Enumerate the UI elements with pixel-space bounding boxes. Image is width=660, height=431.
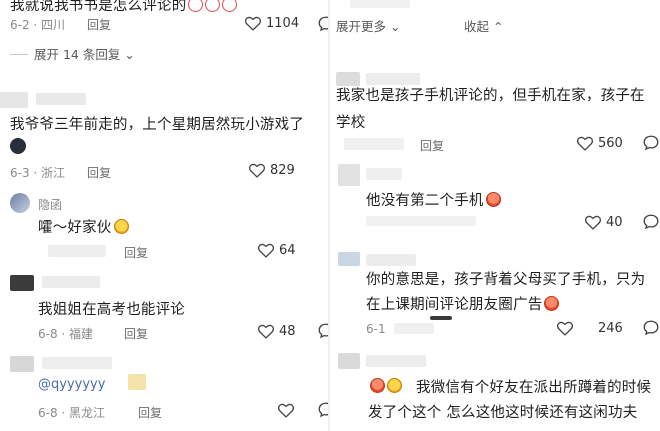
chevron-down-icon: ⌄ xyxy=(386,19,401,34)
like-icon[interactable] xyxy=(584,214,602,230)
username: 隐函 xyxy=(38,198,63,212)
username-blurred xyxy=(366,168,402,180)
avatar xyxy=(0,92,28,108)
sticker-emoji-icon xyxy=(370,376,410,393)
comment-text: 在上课期间评论朋友圈广告 xyxy=(366,293,560,314)
like-count: 246 xyxy=(598,321,623,336)
username-blurred xyxy=(42,276,100,288)
like-count: 64 xyxy=(279,243,296,258)
comment-meta: 6-8 · 福建 xyxy=(38,327,94,341)
like-icon[interactable] xyxy=(257,323,275,339)
like-icon[interactable] xyxy=(244,15,262,31)
like-icon[interactable] xyxy=(277,402,295,418)
avatar xyxy=(10,193,30,213)
emoji-icon xyxy=(205,0,221,12)
comment-meta: 6-2 · 四川 xyxy=(10,18,66,32)
comment-text: 我姐姐在高考也能评论 xyxy=(38,302,185,318)
like-count: 40 xyxy=(606,215,623,230)
mention-text[interactable]: @qyyyyyy xyxy=(38,377,105,392)
collapse-button[interactable]: 收起 ⌃ xyxy=(464,16,503,35)
emoji-icon xyxy=(222,0,238,12)
comment-text: 学校 xyxy=(336,115,366,131)
comment-icon[interactable] xyxy=(317,401,328,419)
avatar xyxy=(338,252,360,266)
comment-icon[interactable] xyxy=(317,322,328,340)
comment-text: 我微信有个好友在派出所蹲着的时候 xyxy=(416,380,652,396)
meta-blurred xyxy=(394,323,434,334)
like-count: 829 xyxy=(270,163,295,178)
like-count: 560 xyxy=(598,136,623,151)
avatar xyxy=(10,275,34,291)
avatar xyxy=(338,353,360,369)
sticker-blurred xyxy=(128,374,146,390)
comment-text: 我爷爷三年前走的，上个星期居然玩小游戏了 xyxy=(10,117,304,133)
top-edge-blurred xyxy=(350,0,410,8)
meta-blurred xyxy=(48,245,106,257)
reply-button[interactable]: 回复 xyxy=(124,244,148,261)
expand-more-button[interactable]: 展开更多 ⌄ xyxy=(336,16,400,35)
emoji-icon xyxy=(188,0,204,12)
comment-text: 我家也是孩子手机评论的，但手机在家，孩子在 xyxy=(336,88,645,104)
comment-text: 你的意思是，孩子背着父母买了手机，只为 xyxy=(366,272,646,288)
comment-text: 他没有第二个手机 xyxy=(366,189,501,210)
laughing-emoji-icon xyxy=(544,296,560,311)
comment-icon[interactable] xyxy=(642,213,660,231)
reply-button[interactable]: 回复 xyxy=(87,164,111,181)
comment-text: 发了个这个 怎么这他这时候还有这闲功夫 xyxy=(368,405,638,421)
like-count: 48 xyxy=(279,324,296,339)
username-blurred xyxy=(366,254,416,266)
reply-button[interactable]: 回复 xyxy=(138,404,162,421)
reply-button[interactable]: 回复 xyxy=(124,325,148,342)
meta-blurred xyxy=(344,138,404,150)
like-icon[interactable] xyxy=(257,242,275,258)
expand-replies[interactable]: 展开 14 条回复 ⌄ xyxy=(10,44,135,63)
like-icon[interactable] xyxy=(248,162,266,178)
avatar xyxy=(338,164,360,186)
avatar xyxy=(10,356,34,372)
like-count: 1104 xyxy=(266,16,300,31)
blurred-mark xyxy=(430,316,452,320)
laughing-emoji-icon xyxy=(485,192,501,207)
username-blurred xyxy=(42,357,112,369)
comment-text: 嚯～好家伙 xyxy=(38,216,129,237)
right-comment-column: 展开更多 ⌄ 收起 ⌃ 我家也是孩子手机评论的，但手机在家，孩子在 学校 回复 … xyxy=(330,0,660,431)
comment-text: 我就说我书书是怎么评论的 xyxy=(10,0,238,15)
chevron-down-icon: ⌄ xyxy=(120,47,135,62)
comment-meta: 6-3 · 浙江 xyxy=(10,166,66,180)
chevron-up-icon: ⌃ xyxy=(489,19,504,34)
emoji-sticker xyxy=(10,138,26,154)
crying-emoji-icon xyxy=(113,219,129,234)
comment-meta: 6-8 · 黑龙江 xyxy=(38,406,106,420)
left-comment-column: 我就说我书书是怎么评论的 6-2 · 四川 回复 1104 展开 14 条回复 … xyxy=(0,0,328,431)
username-blurred xyxy=(36,93,86,105)
comment-icon[interactable] xyxy=(642,134,660,152)
like-icon[interactable] xyxy=(576,135,594,151)
like-icon[interactable] xyxy=(556,320,574,336)
username-blurred xyxy=(366,355,426,367)
reply-button[interactable]: 回复 xyxy=(420,137,444,154)
comment-meta: 6-1 xyxy=(366,322,386,336)
meta-blurred xyxy=(366,216,476,226)
divider-line xyxy=(10,54,28,55)
comment-icon[interactable] xyxy=(317,15,328,33)
comment-icon[interactable] xyxy=(642,319,660,337)
reply-button[interactable]: 回复 xyxy=(87,16,111,33)
